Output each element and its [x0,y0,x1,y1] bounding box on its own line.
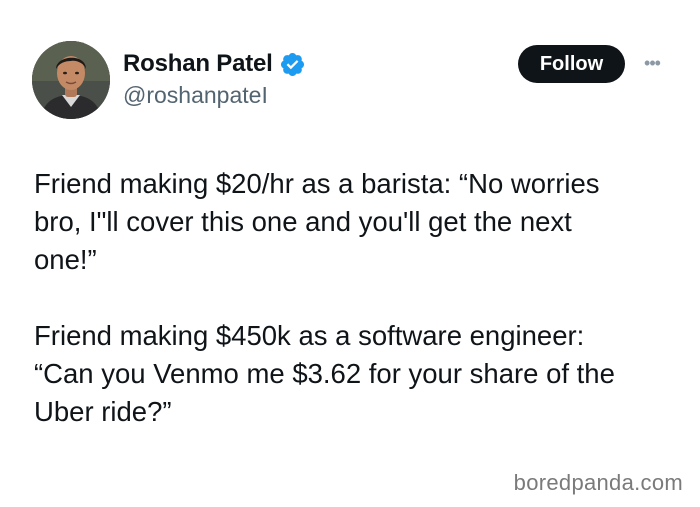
tweet-card: Roshan Patel @roshanpateI Follow ••• Fri… [0,0,700,507]
author-name-row: Roshan Patel [123,47,306,81]
author-handle[interactable]: @roshanpateI [123,82,268,109]
tweet-paragraph: Friend making $20/hr as a barista: “No w… [34,165,674,279]
verified-badge-icon [279,51,306,78]
avatar[interactable] [32,41,110,119]
tweet-line: Friend making $20/hr as a barista: “No w… [34,168,600,199]
more-horizontal-icon[interactable]: ••• [640,53,664,73]
tweet-paragraph: Friend making $450k as a software engine… [34,317,674,431]
tweet-line: Uber ride?” [34,396,172,427]
tweet-line: “Can you Venmo me $3.62 for your share o… [34,358,615,389]
tweet-line: bro, I"ll cover this one and you'll get … [34,206,572,237]
avatar-photo [32,41,110,119]
follow-button[interactable]: Follow [518,45,625,83]
tweet-line: one!” [34,244,97,275]
tweet-line: Friend making $450k as a software engine… [34,320,585,351]
watermark: boredpanda.com [513,470,683,495]
author-display-name[interactable]: Roshan Patel [123,50,273,78]
tweet-text: Friend making $20/hr as a barista: “No w… [34,165,674,431]
